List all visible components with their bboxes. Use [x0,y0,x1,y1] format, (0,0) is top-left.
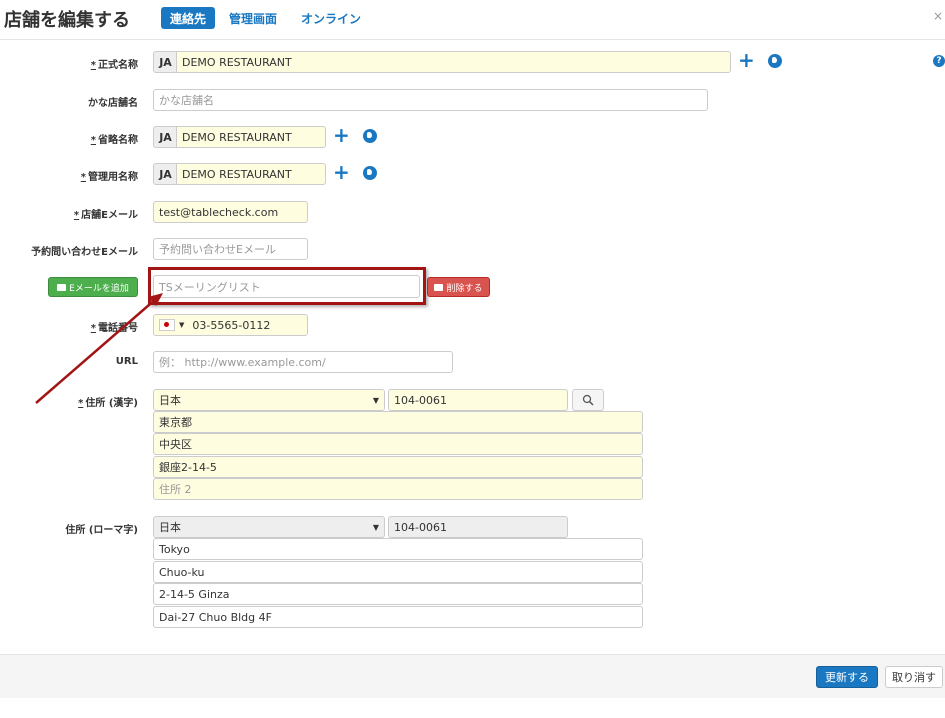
inquiry-email-label: 予約問い合わせEメール [31,247,138,258]
address-line-2[interactable]: 中央区 [153,433,643,455]
address-line-4[interactable]: 住所 2 [153,478,643,500]
add-email-button[interactable]: Eメールを追加 [48,277,138,297]
official-name-input[interactable]: DEMO RESTAURANT [176,51,731,73]
official-name-lang: JA [153,51,177,73]
globe-icon[interactable] [363,129,377,143]
modal-header [0,0,945,40]
caret-down-icon: ▼ [372,395,379,405]
short-name-lang: JA [153,126,177,148]
address-line-1[interactable]: 東京都 [153,411,643,433]
tab-contact[interactable]: 連絡先 [161,7,215,29]
phone-label: * 電話番号 [90,323,138,334]
phone-input[interactable]: ▼ 03-5565-0112 [153,314,308,336]
mailing-list-input[interactable]: TSメーリングリスト [153,275,420,298]
address-roman-line-3[interactable]: 2-14-5 Ginza [153,583,643,605]
inquiry-email-input[interactable]: 予約問い合わせEメール [153,238,308,260]
globe-icon[interactable] [768,54,782,68]
close-icon[interactable]: × [933,9,943,23]
delete-email-button[interactable]: 削除する [427,277,490,297]
admin-name-lang: JA [153,163,177,185]
add-translation-plus-icon[interactable]: + [333,125,350,145]
page-title: 店舗を編集する [4,10,130,31]
postal-code-roman: 104-0061 [388,516,568,538]
postal-search-button[interactable] [572,389,604,411]
search-icon [582,394,594,406]
country-select-roman: 日本 ▼ [153,516,385,538]
url-label: URL [115,356,138,367]
address-roman-line-4[interactable]: Dai-27 Chuo Bldg 4F [153,606,643,628]
cancel-button[interactable]: 取り消す [885,666,943,688]
address-roman-label: 住所 (ローマ字) [65,525,138,536]
tab-admin[interactable]: 管理画面 [229,10,277,27]
caret-down-icon: ▼ [372,522,379,532]
email-icon [57,283,67,291]
help-icon[interactable]: ? [933,55,945,67]
address-roman-line-2[interactable]: Chuo-ku [153,561,643,583]
short-name-label: * 省略名称 [90,135,138,146]
modal-footer [0,654,945,698]
url-input[interactable]: 例： http://www.example.com/ [153,351,453,373]
country-select[interactable]: 日本 ▼ [153,389,385,411]
caret-down-icon[interactable]: ▼ [179,321,184,329]
email-icon [434,283,444,291]
add-translation-plus-icon[interactable]: + [738,50,755,70]
update-button[interactable]: 更新する [816,666,878,688]
kana-name-label: かな店舗名 [88,98,138,109]
admin-name-input[interactable]: DEMO RESTAURANT [176,163,326,185]
postal-code-input[interactable]: 104-0061 [388,389,568,411]
shop-email-input[interactable]: test@tablecheck.com [153,201,308,223]
japan-flag-icon[interactable] [159,319,175,331]
official-name-label: * 正式名称 [90,60,138,71]
tab-online[interactable]: オンライン [301,10,361,27]
kana-name-input[interactable]: かな店舗名 [153,89,708,111]
shop-email-label: * 店舗Eメール [73,210,138,221]
address-roman-line-1[interactable]: Tokyo [153,538,643,560]
required-marker: * [90,60,96,71]
add-translation-plus-icon[interactable]: + [333,162,350,182]
globe-icon[interactable] [363,166,377,180]
admin-name-label: * 管理用名称 [80,172,138,183]
address-line-3[interactable]: 銀座2-14-5 [153,456,643,478]
address-kanji-label: * 住所 (漢字) [78,398,138,409]
short-name-input[interactable]: DEMO RESTAURANT [176,126,326,148]
